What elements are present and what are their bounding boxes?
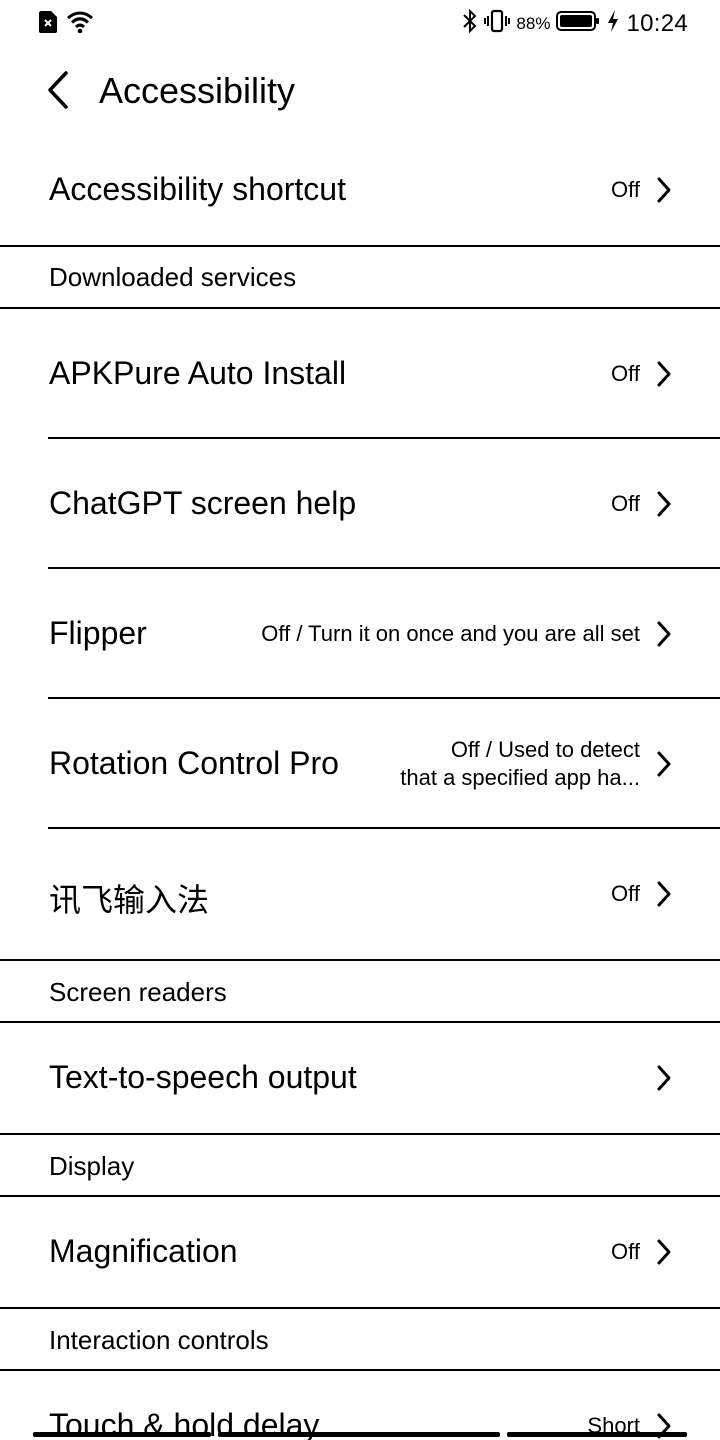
page-title: Accessibility bbox=[99, 70, 296, 111]
row-value-line: that a specified app ha... bbox=[400, 765, 640, 790]
row-label: Accessibility shortcut bbox=[49, 171, 346, 207]
section-header-downloaded: Downloaded services bbox=[0, 247, 720, 307]
touch-hold-delay-row[interactable]: Touch & hold delay Short bbox=[0, 1371, 720, 1440]
gesture-bar-handle[interactable] bbox=[218, 1432, 500, 1437]
wifi-icon bbox=[66, 10, 94, 39]
section-header-interaction: Interaction controls bbox=[0, 1309, 720, 1369]
section-title: Interaction controls bbox=[49, 1325, 269, 1355]
row-value: Off bbox=[611, 177, 640, 202]
status-bar: 88% 10:24 bbox=[0, 0, 720, 48]
sim-off-icon bbox=[38, 10, 58, 39]
chevron-right-icon bbox=[657, 881, 671, 907]
section-header-display: Display bbox=[0, 1135, 720, 1195]
section-title: Screen readers bbox=[49, 977, 227, 1007]
flipper-row[interactable]: Flipper Off / Turn it on once and you ar… bbox=[0, 569, 720, 698]
magnification-row[interactable]: Magnification Off bbox=[0, 1197, 720, 1307]
gesture-bar-segment bbox=[507, 1432, 687, 1437]
section-header-screen-readers: Screen readers bbox=[0, 961, 720, 1021]
row-label: 讯飞输入法 bbox=[49, 882, 210, 918]
app-header: Accessibility bbox=[0, 56, 720, 128]
xunfei-input-row[interactable]: 讯飞输入法 Off bbox=[0, 829, 720, 959]
chevron-right-icon bbox=[657, 491, 671, 517]
gesture-bar-segment bbox=[33, 1432, 211, 1437]
battery-percent: 88% bbox=[516, 14, 551, 33]
row-value: Off bbox=[611, 881, 640, 906]
row-value: Off bbox=[611, 491, 640, 516]
rotation-control-pro-row[interactable]: Rotation Control Pro Off / Used to detec… bbox=[0, 699, 720, 828]
row-label: Magnification bbox=[49, 1233, 238, 1269]
chevron-right-icon bbox=[657, 621, 671, 647]
chevron-right-icon bbox=[657, 361, 671, 387]
chevron-right-icon bbox=[657, 177, 671, 203]
row-value-line: Off / Used to detect bbox=[450, 737, 640, 762]
charging-icon bbox=[606, 9, 620, 39]
row-value: Off / Turn it on once and you are all se… bbox=[261, 621, 640, 646]
chatgpt-screen-help-row[interactable]: ChatGPT screen help Off bbox=[0, 439, 720, 568]
accessibility-shortcut-row[interactable]: Accessibility shortcut Off bbox=[0, 134, 720, 246]
row-label: Text-to-speech output bbox=[49, 1059, 357, 1095]
row-value: Off bbox=[611, 361, 640, 386]
row-label: ChatGPT screen help bbox=[49, 485, 357, 521]
chevron-right-icon bbox=[657, 751, 671, 777]
row-label: Flipper bbox=[49, 615, 147, 651]
back-arrow-icon bbox=[48, 71, 68, 109]
text-to-speech-output-row[interactable]: Text-to-speech output bbox=[0, 1023, 720, 1133]
bluetooth-icon bbox=[462, 8, 478, 40]
row-value: Off / Used to detect that a specified ap… bbox=[400, 736, 640, 792]
chevron-right-icon bbox=[657, 1065, 671, 1091]
clock: 10:24 bbox=[626, 10, 688, 37]
row-value: Off bbox=[611, 1239, 640, 1264]
row-label: Rotation Control Pro bbox=[49, 745, 339, 781]
chevron-right-icon bbox=[657, 1239, 671, 1265]
section-title: Downloaded services bbox=[49, 262, 297, 292]
apkpure-auto-install-row[interactable]: APKPure Auto Install Off bbox=[0, 309, 720, 438]
vibrate-icon bbox=[484, 9, 511, 39]
section-title: Display bbox=[49, 1151, 135, 1181]
row-label: APKPure Auto Install bbox=[49, 355, 347, 391]
battery-icon bbox=[556, 10, 600, 38]
back-button[interactable] bbox=[36, 68, 80, 112]
